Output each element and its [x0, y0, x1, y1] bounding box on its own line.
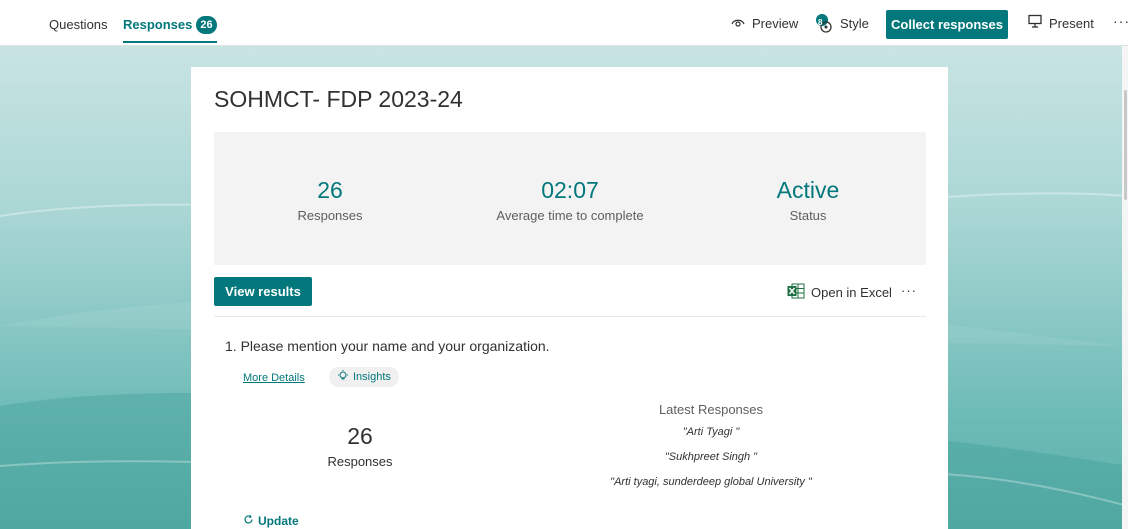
open-in-excel-label: Open in Excel	[811, 285, 892, 300]
avg-time-label: Average time to complete	[496, 208, 644, 223]
present-label: Present	[1049, 16, 1094, 31]
responses-count-badge: 26	[196, 16, 217, 34]
insights-label: Insights	[353, 371, 391, 383]
palette-icon: 8	[815, 14, 833, 34]
responses-stat: 26 Responses	[220, 176, 440, 223]
style-badge: 8	[818, 18, 823, 27]
tab-responses[interactable]: Responses 26	[123, 0, 217, 46]
latest-response-item: "Arti Tyagi "	[682, 426, 740, 438]
status-value: Active	[776, 177, 840, 203]
avg-time-value: 02:07	[541, 177, 599, 203]
form-title: SOHMCT- FDP 2023-24	[214, 86, 463, 112]
responses-stat-label: Responses	[297, 208, 363, 223]
open-in-excel-button[interactable]: Open in Excel	[787, 283, 892, 302]
summary-panel: 26 Responses 02:07 Average time to compl…	[214, 132, 926, 265]
avg-time-stat: 02:07 Average time to complete	[460, 176, 680, 223]
more-actions-button[interactable]: ···	[901, 283, 917, 298]
collect-responses-button[interactable]: Collect responses	[886, 10, 1008, 39]
preview-button[interactable]: Preview	[731, 13, 798, 35]
question-count-value: 26	[347, 423, 373, 449]
status-stat: Active Status	[698, 176, 918, 223]
tab-responses-label: Responses	[123, 17, 193, 32]
responses-count: 26	[317, 177, 343, 203]
responses-card: SOHMCT- FDP 2023-24 26 Responses 02:07 A…	[191, 67, 948, 529]
more-details-link[interactable]: More Details	[243, 372, 305, 384]
latest-response-item: "Sukhpreet Singh "	[664, 451, 758, 463]
status-label: Status	[789, 208, 827, 223]
latest-responses-title: Latest Responses	[658, 402, 764, 417]
view-results-button[interactable]: View results	[214, 277, 312, 306]
preview-label: Preview	[752, 16, 799, 31]
refresh-icon	[243, 514, 254, 528]
question-count-label: Responses	[327, 454, 393, 469]
question-title: 1. Please mention your name and your org…	[225, 338, 550, 354]
monitor-icon	[1028, 13, 1042, 35]
question-response-count: 26 Responses	[285, 422, 435, 469]
latest-response-item: "Arti tyagi, sunderdeep global Universit…	[610, 476, 812, 488]
lightbulb-icon	[337, 369, 349, 385]
update-label: Update	[258, 514, 299, 528]
more-options-button[interactable]: ···	[1113, 13, 1128, 29]
active-tab-indicator	[123, 41, 217, 43]
top-bar: Questions Responses 26 Preview 8 Style Co…	[0, 0, 1128, 46]
present-button[interactable]: Present	[1028, 13, 1094, 35]
style-label: Style	[840, 16, 869, 31]
tab-questions[interactable]: Questions	[49, 0, 108, 46]
scrollbar-thumb[interactable]	[1124, 90, 1127, 200]
divider	[214, 316, 926, 317]
style-button[interactable]: 8 Style	[815, 13, 869, 35]
insights-button[interactable]: Insights	[329, 367, 399, 387]
excel-icon	[787, 283, 805, 302]
update-button[interactable]: Update	[243, 514, 299, 528]
eye-icon	[731, 13, 745, 35]
